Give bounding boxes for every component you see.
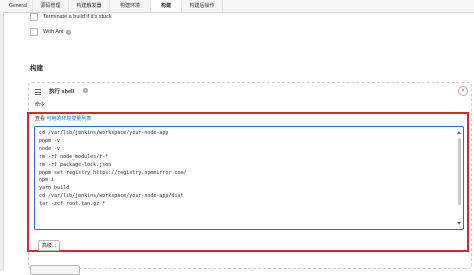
env-vars-prefix: 查看: [35, 116, 46, 122]
help-icon[interactable]: ?: [66, 29, 72, 35]
script-line: node -v: [39, 145, 61, 152]
drag-handle-icon[interactable]: [35, 89, 41, 95]
script-line: pnpm -v: [39, 137, 61, 144]
left-edge-strip: [0, 12, 4, 271]
script-line: pnpm set registry https://registry.npmmi…: [39, 169, 187, 176]
script-line: cd /var/lib/jenkins/workspace/your-node-…: [39, 193, 184, 200]
terminate-stuck-label: Terminate a build if it's stuck: [43, 14, 112, 20]
tab-build-environment[interactable]: 构建环境: [110, 0, 151, 12]
scroll-up-arrow-icon[interactable]: [457, 131, 461, 134]
build-section-title: 构建: [30, 65, 43, 72]
tab-post-build-actions[interactable]: 构建后操作: [182, 0, 223, 12]
script-line: cd /var/lib/jenkins/workspace/your-node-…: [39, 130, 169, 136]
env-vars-note: 查看 可用的环境变量列表: [35, 115, 91, 122]
with-ant-label: With Ant: [43, 29, 64, 35]
command-label: 命令: [35, 102, 46, 108]
terminate-stuck-checkbox[interactable]: [30, 13, 38, 21]
script-line: yarn build: [39, 185, 70, 192]
advanced-button[interactable]: 高级...: [38, 240, 60, 251]
with-ant-checkbox[interactable]: [30, 28, 38, 36]
help-icon[interactable]: ?: [83, 88, 88, 93]
terminate-stuck-option[interactable]: Terminate a build if it's stuck: [30, 12, 112, 22]
script-line: rm -rf node_modules/f-*: [39, 153, 109, 160]
build-step-title: 执行 shell: [49, 89, 75, 95]
command-script: cd /var/lib/jenkins/workspace/your-node-…: [39, 130, 187, 209]
tab-source-control[interactable]: 源码管理: [33, 0, 69, 12]
script-line: tar -zcf root.tan.gz *: [39, 201, 106, 208]
script-line: npm i: [39, 177, 55, 184]
script-line: rm -rf package-lock.json: [39, 161, 112, 168]
with-ant-option[interactable]: With Ant ?: [30, 27, 72, 37]
env-vars-link[interactable]: 可用的环境变量列表: [46, 116, 91, 122]
textarea-scrollbar[interactable]: [458, 138, 461, 205]
add-build-step-button[interactable]: [30, 265, 80, 275]
tab-build-triggers[interactable]: 构建触发器: [69, 0, 110, 12]
scroll-down-arrow-icon[interactable]: [457, 222, 461, 225]
tab-build[interactable]: 构建: [151, 0, 182, 12]
tab-general[interactable]: General: [4, 0, 33, 12]
command-textarea[interactable]: cd /var/lib/jenkins/workspace/your-node-…: [34, 126, 464, 230]
delete-step-button[interactable]: ×: [458, 86, 468, 96]
